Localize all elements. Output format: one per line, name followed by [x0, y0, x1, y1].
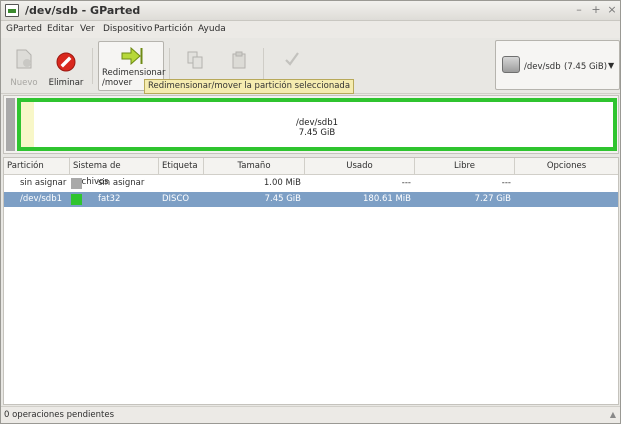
col-filesystem[interactable]: Sistema de archivos — [70, 158, 159, 187]
map-partition-body: /dev/sdb1 7.45 GiB — [20, 101, 614, 148]
row-size: 1.00 MiB — [263, 178, 301, 188]
menu-editar[interactable]: Editar — [47, 24, 74, 34]
map-partition-sdb1[interactable]: /dev/sdb1 7.45 GiB — [17, 98, 617, 151]
row-label: DISCO — [162, 194, 190, 204]
row-partition: /dev/sdb1 — [20, 194, 63, 204]
copy-icon — [187, 51, 203, 69]
device-name: /dev/sdb — [524, 62, 561, 72]
window-title: /dev/sdb - GParted — [25, 4, 141, 17]
map-partition-name: /dev/sdb1 — [295, 118, 338, 128]
row-size: 7.45 GiB — [264, 194, 301, 204]
delete-icon — [56, 52, 76, 72]
toolbar-separator — [92, 48, 93, 84]
menu-gparted[interactable]: GParted — [6, 24, 42, 34]
expand-operations-icon[interactable]: ▲ — [610, 410, 616, 419]
delete-button-label: Eliminar — [48, 78, 84, 88]
filesystem-color-swatch — [71, 178, 82, 189]
table-row[interactable]: sin asignar sin asignar 1.00 MiB --- --- — [4, 176, 618, 191]
col-options[interactable]: Opciones — [515, 158, 618, 175]
col-used[interactable]: Usado — [305, 158, 415, 175]
hard-drive-icon — [502, 56, 520, 73]
device-selector[interactable]: /dev/sdb (7.45 GiB) ▼ — [495, 40, 620, 90]
menu-particion[interactable]: Partición — [154, 24, 193, 34]
col-label[interactable]: Etiqueta — [159, 158, 204, 175]
pending-operations-status: 0 operaciones pendientes — [4, 410, 114, 420]
check-icon — [285, 52, 299, 66]
col-size[interactable]: Tamaño — [204, 158, 305, 175]
resize-arrow-icon — [121, 47, 143, 65]
row-free: --- — [501, 178, 511, 188]
row-filesystem: fat32 — [98, 194, 121, 204]
row-partition: sin asignar — [20, 178, 67, 188]
partition-map: /dev/sdb1 7.45 GiB — [3, 95, 619, 154]
table-header: Partición Sistema de archivos Etiqueta T… — [4, 158, 618, 187]
row-used: --- — [401, 178, 411, 188]
dropdown-arrow-icon: ▼ — [608, 61, 615, 70]
paste-icon — [232, 51, 246, 69]
menu-bar: GParted Editar Ver Dispositivo Partición… — [1, 21, 620, 38]
table-row-selected[interactable]: /dev/sdb1 fat32 DISCO 7.45 GiB 180.61 Mi… — [4, 192, 618, 207]
minimize-icon[interactable]: – — [572, 3, 586, 17]
menu-ayuda[interactable]: Ayuda — [198, 24, 226, 34]
col-free[interactable]: Libre — [415, 158, 515, 175]
filesystem-color-swatch — [71, 194, 82, 205]
resize-button-label-1: Redimensionar — [102, 68, 166, 78]
maximize-icon[interactable]: + — [589, 3, 603, 17]
menu-ver[interactable]: Ver — [80, 24, 95, 34]
new-partition-icon — [16, 49, 32, 69]
map-partition-size: 7.45 GiB — [298, 128, 336, 138]
resize-tooltip: Redimensionar/mover la partición selecci… — [144, 79, 355, 94]
gparted-app-icon — [5, 4, 19, 17]
close-icon[interactable]: × — [605, 3, 619, 17]
menu-dispositivo[interactable]: Dispositivo — [103, 24, 152, 34]
col-partition[interactable]: Partición — [4, 158, 70, 175]
row-used: 180.61 MiB — [363, 194, 411, 204]
row-filesystem: sin asignar — [98, 178, 145, 188]
new-button-label: Nuevo — [10, 78, 38, 88]
partition-table: Partición Sistema de archivos Etiqueta T… — [3, 157, 619, 405]
status-bar: 0 operaciones pendientes ▲ — [1, 406, 620, 423]
new-button[interactable]: Nuevo — [5, 41, 43, 91]
gparted-window: /dev/sdb - GParted – + × GParted Editar … — [0, 0, 621, 424]
delete-button[interactable]: Eliminar — [45, 41, 87, 91]
device-size: (7.45 GiB) — [564, 62, 608, 72]
map-unallocated-segment[interactable] — [6, 98, 15, 151]
title-bar: /dev/sdb - GParted – + × — [1, 1, 620, 21]
row-free: 7.27 GiB — [474, 194, 511, 204]
